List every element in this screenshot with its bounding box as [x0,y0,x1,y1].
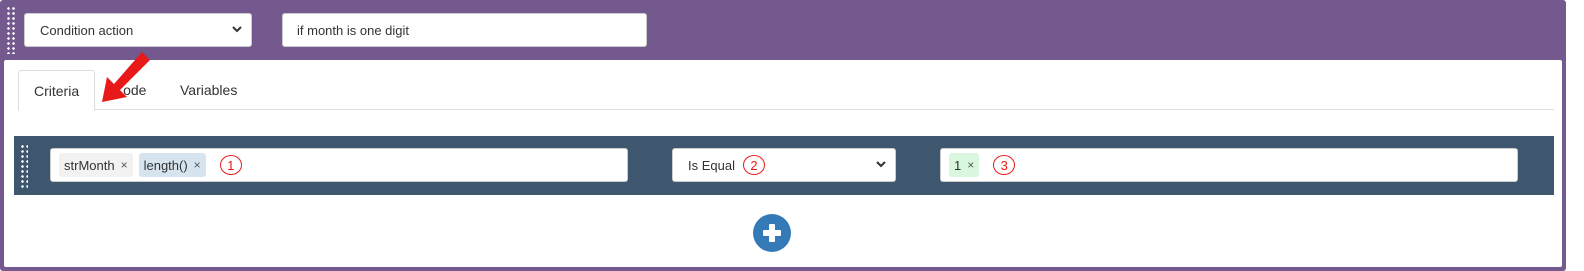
operator-select[interactable]: Is Equal 2 [672,148,896,182]
annotation-marker-3: 3 [993,155,1016,175]
tab-variables[interactable]: Variables [165,70,252,110]
add-criteria-button[interactable] [753,214,791,252]
function-tag: length() × [138,153,206,177]
tab-code[interactable]: Code [98,70,161,110]
chevron-down-icon [876,161,886,168]
tab-variables-label: Variables [180,82,238,98]
drag-handle-icon[interactable] [6,6,16,54]
action-type-select[interactable]: Condition action [24,13,252,47]
annotation-marker-2: 2 [742,155,765,175]
condition-action-card: Condition action if month is one digit C… [0,0,1566,271]
description-input[interactable]: if month is one digit [282,13,647,47]
tab-bar: Criteria Code Variables [18,52,1554,111]
tag-label: length() [143,157,188,173]
drag-handle-icon[interactable] [20,144,28,188]
left-operand-field[interactable]: strMonth × length() × 1 [50,148,628,182]
remove-tag-icon[interactable]: × [194,158,201,172]
right-operand-field[interactable]: 1 × 3 [940,148,1518,182]
criteria-row: strMonth × length() × 1 Is Equal 2 1 × 3 [14,136,1554,195]
operator-value: Is Equal [688,157,735,173]
operand-tag: strMonth × [59,153,133,177]
remove-tag-icon[interactable]: × [121,158,128,172]
tab-code-label: Code [113,82,147,98]
remove-tag-icon[interactable]: × [967,158,974,172]
annotation-marker-1: 1 [219,155,242,175]
tag-label: 1 [954,157,962,173]
description-value: if month is one digit [297,22,410,38]
value-tag: 1 × [949,153,980,177]
action-type-value: Condition action [40,22,134,38]
action-panel: Criteria Code Variables strMonth × lengt… [4,52,1562,267]
tab-criteria[interactable]: Criteria [18,70,95,111]
chevron-down-icon [232,26,242,33]
tab-criteria-label: Criteria [34,82,80,99]
tag-label: strMonth [64,157,115,173]
